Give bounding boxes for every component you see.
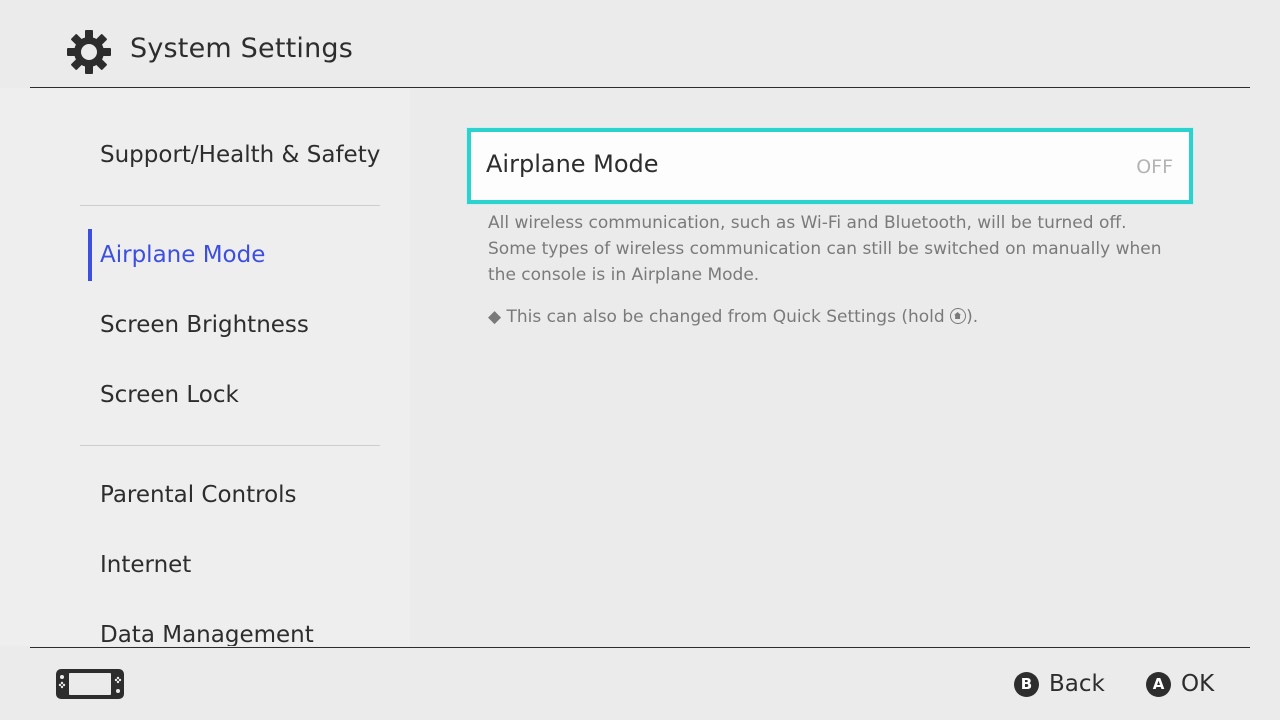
header: System Settings [0, 0, 1280, 88]
b-button-icon: B [1014, 671, 1039, 697]
setting-label: Airplane Mode [486, 150, 659, 178]
home-button-icon [950, 308, 967, 324]
setting-value: OFF [1136, 156, 1173, 178]
note-text: ◆ This can also be changed from Quick Se… [488, 307, 951, 327]
description-line: All wireless communication, such as Wi-F… [488, 213, 1127, 233]
system-settings-screen: System Settings Support/Health & Safety … [0, 0, 1280, 720]
page-title: System Settings [130, 33, 354, 64]
back-label: Back [1049, 671, 1105, 697]
sidebar-item-support[interactable]: Support/Health & Safety [100, 135, 380, 175]
description-line: the console is in Airplane Mode. [488, 265, 760, 285]
sidebar: Support/Health & Safety Airplane Mode Sc… [0, 88, 410, 646]
sidebar-item-screen-lock[interactable]: Screen Lock [100, 375, 239, 415]
quick-settings-note: ◆ This can also be changed from Quick Se… [488, 305, 978, 329]
selection-indicator [88, 229, 92, 281]
handheld-console-icon [56, 669, 124, 699]
sidebar-divider [80, 205, 380, 206]
footer-divider [30, 647, 1250, 648]
sidebar-item-parental-controls[interactable]: Parental Controls [100, 475, 297, 515]
sidebar-divider [80, 445, 380, 446]
airplane-mode-toggle[interactable]: Airplane Mode OFF [467, 128, 1193, 204]
back-button[interactable]: B Back [1014, 668, 1105, 700]
ok-button[interactable]: A OK [1146, 668, 1214, 700]
ok-label: OK [1181, 671, 1215, 697]
a-button-icon: A [1146, 671, 1171, 697]
sidebar-item-internet[interactable]: Internet [100, 545, 191, 585]
sidebar-item-airplane-mode[interactable]: Airplane Mode [100, 235, 265, 275]
sidebar-item-data-management[interactable]: Data Management [100, 615, 314, 646]
sidebar-item-screen-brightness[interactable]: Screen Brightness [100, 305, 309, 345]
description-line: Some types of wireless communication can… [488, 239, 1162, 259]
gear-icon [67, 30, 111, 74]
setting-description: All wireless communication, such as Wi-F… [488, 210, 1188, 288]
note-text-end: ). [966, 307, 979, 327]
